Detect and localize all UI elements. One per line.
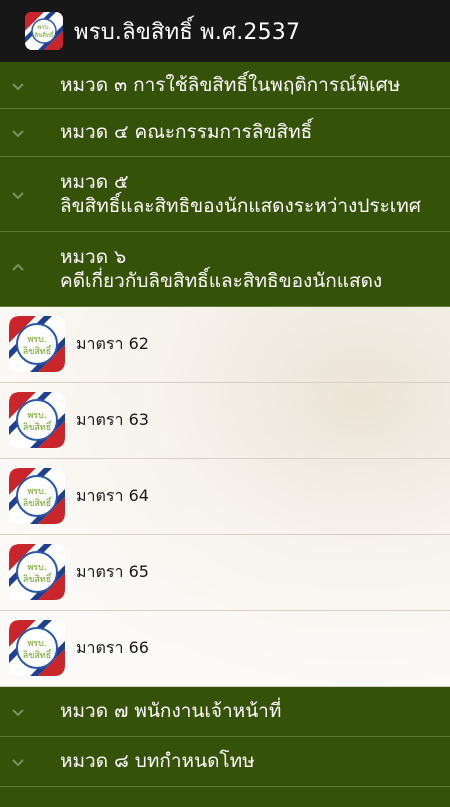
list-item[interactable]: พรบ. ลิขสิทธิ์ มาตรา 63 <box>0 383 450 459</box>
svg-text:พรบ.: พรบ. <box>27 335 46 345</box>
app-bar: พรบ. ลิขสิทธิ์ พรบ.ลิขสิทธิ์ พ.ศ.2537 <box>0 0 450 62</box>
chevron-down-icon <box>8 76 28 96</box>
group-label: หมวด ๓ การใช้ลิขสิทธิ์ในพฤติการณ์พิเศษ <box>60 74 401 96</box>
svg-text:พรบ.: พรบ. <box>27 639 46 649</box>
list-item[interactable]: พรบ. ลิขสิทธิ์ มาตรา 65 <box>0 535 450 611</box>
group-label-line1: หมวด ๕ <box>60 171 129 193</box>
item-label: มาตรา 66 <box>76 638 149 657</box>
chevron-up-icon <box>8 258 28 278</box>
chevron-down-icon <box>8 123 28 143</box>
group-label-line1: หมวด ๖ <box>60 246 127 268</box>
item-label: มาตรา 64 <box>76 486 149 505</box>
group-chapter-5[interactable]: หมวด ๕ ลิขสิทธิ์และสิทธิของนักแสดงระหว่า… <box>0 157 450 232</box>
app-title: พรบ.ลิขสิทธิ์ พ.ศ.2537 <box>74 19 301 45</box>
list-item[interactable]: พรบ. ลิขสิทธิ์ มาตรา 64 <box>0 459 450 535</box>
group-chapter-3[interactable]: หมวด ๓ การใช้ลิขสิทธิ์ในพฤติการณ์พิเศษ <box>0 62 450 109</box>
item-label: มาตรา 63 <box>76 410 149 429</box>
law-badge-icon: พรบ. ลิขสิทธิ์ <box>9 316 65 372</box>
svg-text:พรบ.: พรบ. <box>27 411 46 421</box>
law-badge-icon: พรบ. ลิขสิทธิ์ <box>9 620 65 676</box>
group-next-partial[interactable] <box>0 787 450 807</box>
section-items: พรบ. ลิขสิทธิ์ มาตรา 62 พรบ. ลิขสิทธิ์ ม… <box>0 307 450 687</box>
chevron-down-icon <box>8 185 28 205</box>
chevron-down-icon <box>8 752 28 772</box>
svg-text:พรบ.: พรบ. <box>27 563 46 573</box>
item-label: มาตรา 65 <box>76 562 149 581</box>
item-label: มาตรา 62 <box>76 334 149 353</box>
group-label: หมวด ๗ พนักงานเจ้าหน้าที่ <box>60 700 282 722</box>
law-badge-icon: พรบ. ลิขสิทธิ์ <box>9 392 65 448</box>
group-label-line2: ลิขสิทธิ์และสิทธิของนักแสดงระหว่างประเทศ <box>60 195 421 217</box>
list-item[interactable]: พรบ. ลิขสิทธิ์ มาตรา 66 <box>0 611 450 687</box>
group-chapter-7[interactable]: หมวด ๗ พนักงานเจ้าหน้าที่ <box>0 687 450 737</box>
group-label: หมวด ๕ ลิขสิทธิ์และสิทธิของนักแสดงระหว่า… <box>60 170 440 218</box>
group-chapter-4[interactable]: หมวด ๔ คณะกรรมการลิขสิทธิ์ <box>0 109 450 157</box>
group-chapter-6[interactable]: หมวด ๖ คดีเกี่ยวกับลิขสิทธิ์และสิทธิของน… <box>0 232 450 307</box>
chevron-down-icon <box>8 702 28 722</box>
group-label: หมวด ๘ บทกำหนดโทษ <box>60 750 255 772</box>
group-chapter-8[interactable]: หมวด ๘ บทกำหนดโทษ <box>0 737 450 787</box>
group-label-line2: คดีเกี่ยวกับลิขสิทธิ์และสิทธิของนักแสดง <box>60 270 383 292</box>
chapter-list: หมวด ๓ การใช้ลิขสิทธิ์ในพฤติการณ์พิเศษ ห… <box>0 62 450 807</box>
app-logo-icon: พรบ. ลิขสิทธิ์ <box>25 12 63 50</box>
svg-text:ลิขสิทธิ์: ลิขสิทธิ์ <box>34 30 55 39</box>
list-item[interactable]: พรบ. ลิขสิทธิ์ มาตรา 62 <box>0 307 450 383</box>
svg-text:พรบ.: พรบ. <box>27 487 46 497</box>
law-badge-icon: พรบ. ลิขสิทธิ์ <box>9 544 65 600</box>
svg-text:พรบ.: พรบ. <box>38 24 51 31</box>
group-label: หมวด ๔ คณะกรรมการลิขสิทธิ์ <box>60 121 313 143</box>
group-label: หมวด ๖ คดีเกี่ยวกับลิขสิทธิ์และสิทธิของน… <box>60 245 440 293</box>
law-badge-icon: พรบ. ลิขสิทธิ์ <box>9 468 65 524</box>
